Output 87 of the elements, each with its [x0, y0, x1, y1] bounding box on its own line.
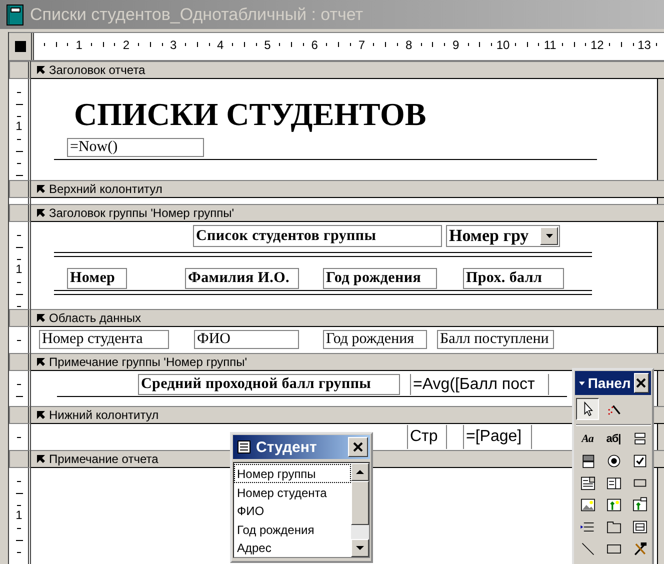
ruler-number: 13: [636, 38, 652, 52]
report-heading[interactable]: СПИСКИ СТУДЕНТОВ: [72, 95, 444, 133]
ruler-number: 12: [590, 38, 605, 52]
caret-icon[interactable]: [579, 380, 585, 386]
combo-text: Номер гру: [449, 226, 529, 246]
field-label[interactable]: Номер: [67, 268, 127, 289]
ruler-number: 8: [404, 38, 414, 52]
text-box[interactable]: ФИО: [194, 330, 299, 349]
dropdown-button[interactable]: [540, 227, 558, 245]
image-icon: [578, 496, 596, 514]
field-list-title: Студент: [256, 438, 318, 456]
field-label[interactable]: Фамилия И.О.: [185, 268, 299, 289]
section-arrow-icon: [36, 357, 46, 367]
section-arrow-icon: [36, 184, 46, 194]
ruler-number: 5: [263, 38, 272, 52]
text-box[interactable]: Номер студента: [39, 330, 169, 349]
section-title: Область данных: [49, 311, 141, 325]
dropdown-arrow-icon: [546, 234, 552, 238]
field-label[interactable]: Год рождения: [323, 268, 437, 289]
field-item[interactable]: Номер студента: [234, 482, 351, 501]
section-selector[interactable]: [9, 353, 31, 371]
text-box[interactable]: =[Page]: [463, 425, 532, 449]
window-title: Списки студентов_Однотабличный : отчет: [30, 4, 364, 24]
section-arrow-icon: [36, 313, 46, 323]
section-arrow-icon: [36, 410, 46, 420]
object-frame-icon: [604, 496, 622, 514]
close-button[interactable]: [348, 437, 368, 457]
ruler-number: 11: [542, 38, 558, 52]
combo-box[interactable]: Номер гру: [446, 225, 560, 247]
section-selector[interactable]: [9, 406, 31, 424]
ruler-number: 1: [74, 38, 84, 52]
text-box[interactable]: =Now(): [67, 138, 204, 157]
field-label[interactable]: Средний проходной балл группы: [138, 374, 400, 395]
section-title: Заголовок группы 'Номер группы': [49, 206, 234, 220]
text-box[interactable]: Балл поступлени: [437, 330, 554, 349]
section-arrow-icon: [36, 454, 46, 464]
text-box[interactable]: =Avg([Балл пост: [410, 374, 549, 395]
section-bar[interactable]: Верхний колонтитул: [31, 180, 664, 198]
section-arrow-icon: [36, 208, 46, 218]
ruler-number: 3: [168, 38, 178, 52]
ruler-number: 2: [122, 38, 131, 52]
scroll-thumb[interactable]: [351, 481, 369, 525]
field-item[interactable]: ФИО: [234, 501, 351, 520]
section-selector[interactable]: [9, 450, 31, 468]
section-selector[interactable]: [9, 180, 31, 198]
field-item[interactable]: Год рождения: [234, 520, 351, 538]
ruler-number: 1: [14, 119, 24, 134]
down-arrow-icon: [356, 546, 364, 550]
subform-icon: [630, 518, 648, 536]
section-title: Примечание группы 'Номер группы': [49, 355, 248, 369]
up-arrow-icon: [356, 470, 364, 474]
field-label[interactable]: Список студентов группы: [193, 225, 442, 247]
toolbox-title: Панел: [588, 375, 631, 391]
bound-object-frame-icon: [630, 496, 648, 514]
section-selector[interactable]: [9, 309, 31, 327]
notebook-icon: [6, 4, 24, 26]
form-icon: [237, 440, 251, 454]
tool-button[interactable]: [576, 398, 599, 420]
ruler-number: 7: [357, 38, 366, 52]
ruler-number: 1: [14, 508, 24, 522]
section-selector[interactable]: [9, 61, 31, 79]
scroll-down-button[interactable]: [351, 539, 369, 557]
ruler-number: 10: [495, 38, 511, 52]
section-bar[interactable]: Заголовок отчета: [31, 61, 664, 79]
combo-box-icon: [578, 474, 596, 492]
section-title: Нижний колонтитул: [49, 408, 159, 422]
text-box[interactable]: Стр: [407, 425, 447, 449]
section-bar[interactable]: Заголовок группы 'Номер группы': [31, 204, 664, 222]
section-selector[interactable]: [9, 204, 31, 222]
scroll-bar[interactable]: [351, 463, 369, 557]
close-button[interactable]: [634, 373, 649, 393]
field-label[interactable]: Прох. балл: [463, 268, 564, 289]
scroll-up-button[interactable]: [351, 463, 369, 481]
text-box[interactable]: Год рождения: [323, 330, 427, 349]
close-icon: [636, 378, 646, 388]
ruler-number: 9: [452, 38, 460, 52]
ruler-number: 1: [14, 262, 24, 276]
section-title: Примечание отчета: [49, 452, 158, 466]
section-bar[interactable]: Область данных: [31, 309, 664, 327]
section-title: Верхний колонтитул: [49, 182, 162, 196]
field-item[interactable]: Адрес: [234, 538, 351, 556]
section-title: Заголовок отчета: [49, 63, 146, 77]
close-icon: [353, 442, 363, 452]
ruler-number: 6: [310, 38, 319, 52]
section-bar[interactable]: Примечание группы 'Номер группы': [31, 353, 664, 371]
ruler-number: 4: [216, 38, 225, 52]
section-arrow-icon: [36, 65, 46, 75]
